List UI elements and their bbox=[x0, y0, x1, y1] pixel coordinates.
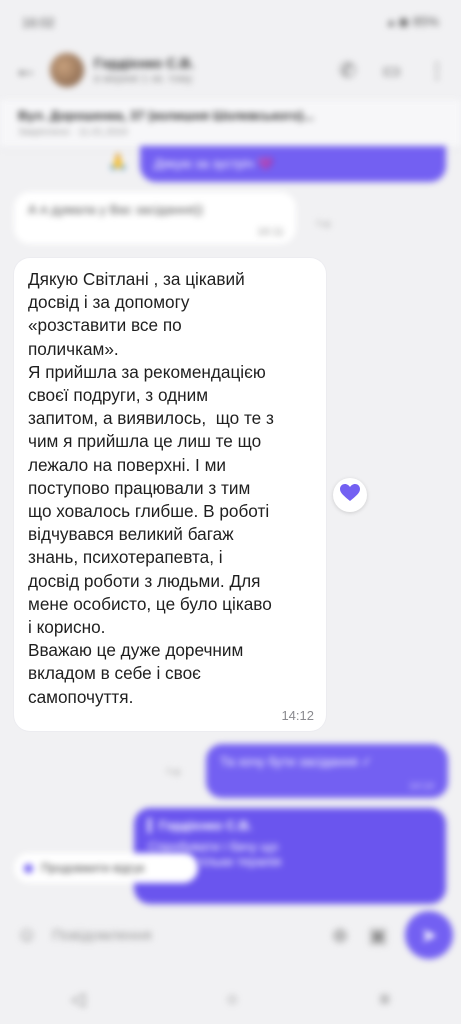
status-time: 16:02 bbox=[22, 14, 55, 30]
reaction-button[interactable] bbox=[333, 478, 367, 512]
attach-icon[interactable]: ⊕ bbox=[321, 923, 359, 948]
send-button[interactable]: ➤ bbox=[405, 911, 453, 959]
avatar[interactable] bbox=[50, 53, 84, 87]
heart-icon bbox=[340, 483, 360, 507]
continue-review-chip[interactable]: Продовжити відгук bbox=[14, 853, 198, 883]
more-menu-icon[interactable]: ⋮ bbox=[427, 58, 447, 83]
status-indicators: ▴ ◉ 85% bbox=[387, 14, 439, 29]
message-text: А я думала у Вас засідання)) bbox=[28, 202, 204, 217]
nav-home-icon[interactable]: ○ bbox=[227, 989, 238, 1010]
forward-icon[interactable]: ↪ bbox=[166, 762, 181, 783]
contact-info[interactable]: Гордієнко С.В. в мережі 1 хв. тому bbox=[94, 55, 339, 85]
incoming-message-main[interactable]: Дякую Світлані , за цікавий досвід і за … bbox=[14, 258, 326, 731]
pinned-subtitle: Закріплено · 11.01.2024 bbox=[18, 127, 128, 138]
contact-status: в мережі 1 хв. тому bbox=[94, 73, 193, 85]
contact-name: Гордієнко С.В. bbox=[94, 55, 195, 71]
message-time: 14:12 bbox=[281, 708, 314, 723]
phone-icon[interactable]: ✆ bbox=[339, 58, 356, 83]
message-time: 14:14 bbox=[408, 781, 434, 792]
back-arrow-icon[interactable]: ← bbox=[14, 56, 50, 84]
nav-back-icon[interactable]: ◁ bbox=[71, 989, 85, 1010]
header-actions: ✆ ▭ ⋮ bbox=[339, 58, 447, 83]
outgoing-message[interactable]: Дякую за зустріч 💜 bbox=[140, 146, 446, 182]
status-bar: 16:02 ▴ ◉ 85% bbox=[0, 0, 461, 44]
sticker-icon[interactable]: ▣ bbox=[359, 923, 397, 948]
system-navbar: ◁ ○ ≡ bbox=[0, 975, 461, 1024]
message-text: Дякую Світлані , за цікавий досвід і за … bbox=[28, 269, 274, 707]
message-text: Та хочу бути засідання ✓ bbox=[220, 754, 373, 769]
pinned-title: Вул. Дорошенка, 37 (колишня Шолевського)… bbox=[18, 108, 315, 123]
chip-label: Продовжити відгук bbox=[41, 861, 145, 875]
message-input[interactable]: Повідомлення bbox=[46, 927, 321, 944]
reply-author: Гордієнко С.В. bbox=[159, 818, 253, 833]
video-call-icon[interactable]: ▭ bbox=[382, 58, 401, 83]
outgoing-message[interactable]: Та хочу бути засідання ✓ 14:14 bbox=[206, 744, 448, 798]
message-line-1: Спробувати і бачу що bbox=[148, 839, 279, 854]
emoji-icon[interactable]: ☺ bbox=[8, 924, 46, 947]
message-time: 16:11 bbox=[257, 226, 284, 238]
send-icon: ➤ bbox=[420, 924, 438, 947]
message-composer: ☺ Повідомлення ⊕ ▣ ➤ bbox=[0, 905, 461, 965]
nav-recent-icon[interactable]: ≡ bbox=[380, 989, 391, 1010]
message-text: Дякую за зустріч 💜 bbox=[154, 156, 274, 171]
forward-icon[interactable]: ↪ bbox=[316, 214, 331, 235]
incoming-message[interactable]: А я думала у Вас засідання)) 16:11 bbox=[14, 192, 296, 244]
chat-header: ← Гордієнко С.В. в мережі 1 хв. тому ✆ ▭… bbox=[0, 44, 461, 96]
reaction-emoji: 🙏 bbox=[108, 154, 128, 171]
reply-quote: Гордієнко С.В. bbox=[148, 818, 432, 833]
pinned-message[interactable]: Вул. Дорошенка, 37 (колишня Шолевського)… bbox=[0, 100, 461, 148]
chip-dot-icon bbox=[24, 863, 33, 873]
